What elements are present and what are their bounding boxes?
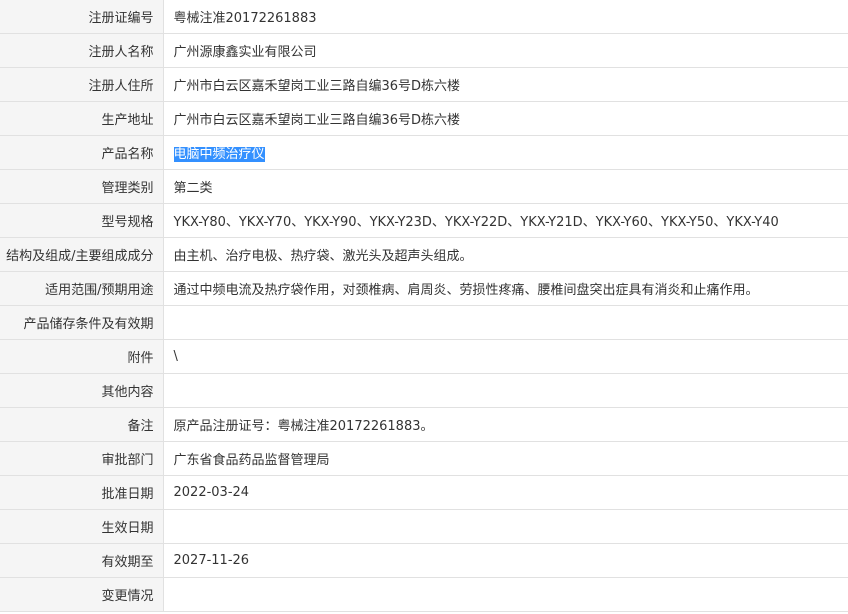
row-label: 适用范围/预期用途 bbox=[0, 271, 164, 306]
table-row-production-address: 生产地址 广州市白云区嘉禾望岗工业三路自编36号D栋六楼 bbox=[0, 101, 848, 136]
row-value: \ bbox=[162, 339, 848, 374]
table-row-product-name: 产品名称 电脑中频治疗仪 bbox=[0, 135, 848, 170]
row-label: 批准日期 bbox=[0, 475, 164, 510]
row-value: YKX-Y80、YKX-Y70、YKX-Y90、YKX-Y23D、YKX-Y22… bbox=[162, 203, 848, 238]
row-label: 其他内容 bbox=[0, 373, 164, 408]
row-label: 产品储存条件及有效期 bbox=[0, 305, 164, 340]
row-value: 广州市白云区嘉禾望岗工业三路自编36号D栋六楼 bbox=[162, 101, 848, 136]
row-value: 广州源康鑫实业有限公司 bbox=[162, 33, 848, 68]
table-row-change-status: 变更情况 bbox=[0, 577, 848, 612]
row-label: 附件 bbox=[0, 339, 164, 374]
row-value: 2022-03-24 bbox=[162, 475, 848, 510]
row-label: 生产地址 bbox=[0, 101, 164, 136]
table-row-storage-conditions: 产品储存条件及有效期 bbox=[0, 305, 848, 340]
table-row-remarks: 备注 原产品注册证号：粤械注准20172261883。 bbox=[0, 407, 848, 442]
table-row-registration-number: 注册证编号 粤械注准20172261883 bbox=[0, 0, 848, 34]
row-label: 管理类别 bbox=[0, 169, 164, 204]
table-row-approval-date: 批准日期 2022-03-24 bbox=[0, 475, 848, 510]
row-label: 产品名称 bbox=[0, 135, 164, 170]
row-label: 审批部门 bbox=[0, 441, 164, 476]
registration-detail-table: 注册证编号 粤械注准20172261883 注册人名称 广州源康鑫实业有限公司 … bbox=[0, 0, 848, 612]
row-value bbox=[162, 509, 848, 544]
table-row-intended-use: 适用范围/预期用途 通过中频电流及热疗袋作用，对颈椎病、肩周炎、劳损性疼痛、腰椎… bbox=[0, 271, 848, 306]
row-value: 电脑中频治疗仪 bbox=[162, 135, 848, 170]
table-row-structure-composition: 结构及组成/主要组成成分 由主机、治疗电极、热疗袋、激光头及超声头组成。 bbox=[0, 237, 848, 272]
row-value: 第二类 bbox=[162, 169, 848, 204]
table-row-attachment: 附件 \ bbox=[0, 339, 848, 374]
row-value: 通过中频电流及热疗袋作用，对颈椎病、肩周炎、劳损性疼痛、腰椎间盘突出症具有消炎和… bbox=[162, 271, 848, 306]
table-row-effective-date: 生效日期 bbox=[0, 509, 848, 544]
table-row-approval-department: 审批部门 广东省食品药品监督管理局 bbox=[0, 441, 848, 476]
selected-text[interactable]: 电脑中频治疗仪 bbox=[173, 147, 265, 162]
row-label: 备注 bbox=[0, 407, 164, 442]
row-value bbox=[162, 373, 848, 408]
row-value bbox=[162, 577, 848, 612]
table-row-other-content: 其他内容 bbox=[0, 373, 848, 408]
row-value: 原产品注册证号：粤械注准20172261883。 bbox=[162, 407, 848, 442]
row-value: 2027-11-26 bbox=[162, 543, 848, 578]
row-label: 有效期至 bbox=[0, 543, 164, 578]
table-row-registrant-address: 注册人住所 广州市白云区嘉禾望岗工业三路自编36号D栋六楼 bbox=[0, 67, 848, 102]
row-label: 注册人住所 bbox=[0, 67, 164, 102]
table-row-model-spec: 型号规格 YKX-Y80、YKX-Y70、YKX-Y90、YKX-Y23D、YK… bbox=[0, 203, 848, 238]
row-label: 注册证编号 bbox=[0, 0, 164, 34]
row-value bbox=[162, 305, 848, 340]
row-label: 型号规格 bbox=[0, 203, 164, 238]
row-label: 变更情况 bbox=[0, 577, 164, 612]
row-label: 结构及组成/主要组成成分 bbox=[0, 237, 164, 272]
table-row-valid-until: 有效期至 2027-11-26 bbox=[0, 543, 848, 578]
table-row-management-category: 管理类别 第二类 bbox=[0, 169, 848, 204]
row-label: 生效日期 bbox=[0, 509, 164, 544]
row-value: 由主机、治疗电极、热疗袋、激光头及超声头组成。 bbox=[162, 237, 848, 272]
row-value: 广东省食品药品监督管理局 bbox=[162, 441, 848, 476]
row-value: 广州市白云区嘉禾望岗工业三路自编36号D栋六楼 bbox=[162, 67, 848, 102]
table-row-registrant-name: 注册人名称 广州源康鑫实业有限公司 bbox=[0, 33, 848, 68]
row-label: 注册人名称 bbox=[0, 33, 164, 68]
row-value: 粤械注准20172261883 bbox=[162, 0, 848, 34]
